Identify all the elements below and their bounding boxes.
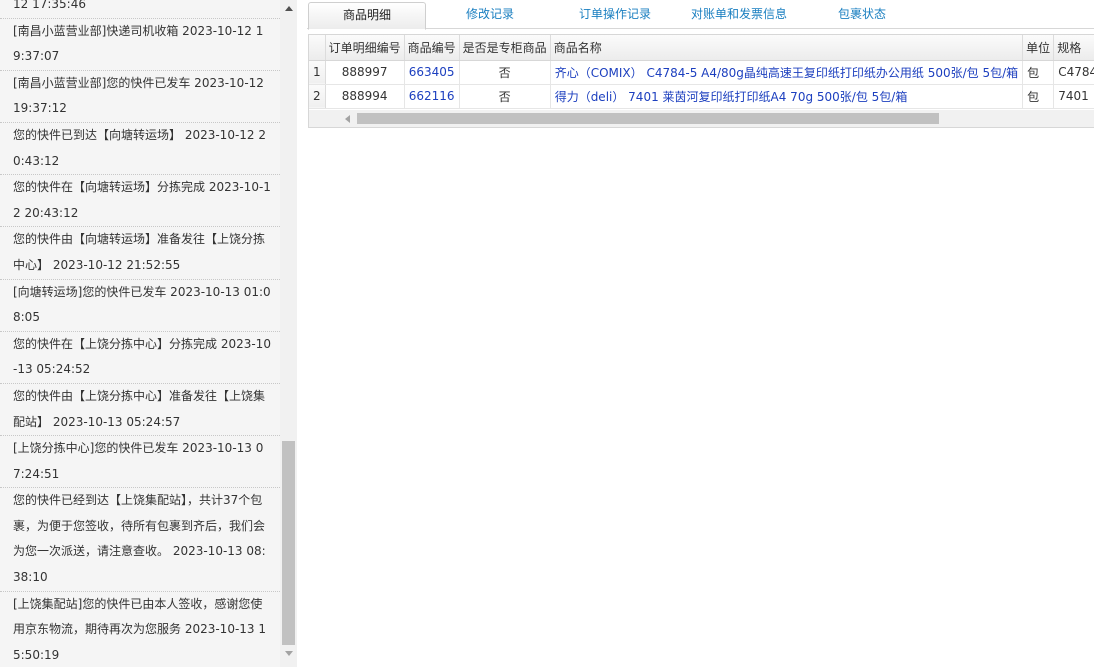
detail-no-cell: 888994 xyxy=(325,84,405,109)
scrollbar-thumb[interactable] xyxy=(357,113,939,124)
spec-cell: C4784-5 xyxy=(1053,60,1094,85)
tracking-entry: [上饶分拣中心]您的快件已发车 2023-10-13 07:24:51 xyxy=(0,436,280,489)
product-no-link[interactable]: 663405 xyxy=(404,60,460,85)
detail-no-cell: 888997 xyxy=(325,60,405,85)
tracking-entry: [南昌小蓝营业部]您的快件已发车 2023-10-12 19:37:12 xyxy=(0,71,280,123)
scrollbar-thumb[interactable] xyxy=(282,441,295,645)
col-header-detail-no[interactable]: 订单明细编号 xyxy=(325,35,405,61)
tracking-entry: [向塘转运场]您的快件已发车 2023-10-13 01:08:05 xyxy=(0,280,280,332)
spec-cell: 7401 xyxy=(1053,84,1094,109)
tab-statement-invoice[interactable]: 对账单和发票信息 xyxy=(680,2,798,29)
tracking-list: 12 17:35:46 [南昌小蓝营业部]快递司机收箱 2023-10-12 19… xyxy=(0,0,280,667)
tracking-entry: 您的快件在【上饶分拣中心】分拣完成 2023-10-13 05:24:52 xyxy=(0,332,280,384)
tracking-entry: 12 17:35:46 xyxy=(0,0,280,19)
col-header-exclusive[interactable]: 是否是专柜商品 xyxy=(459,35,551,61)
tracking-scrollbar[interactable] xyxy=(280,0,297,667)
product-no-link[interactable]: 662116 xyxy=(404,84,460,109)
table-header-row: 订单明细编号 商品编号 是否是专柜商品 商品名称 单位 规格 xyxy=(309,35,1094,61)
col-header-product-no[interactable]: 商品编号 xyxy=(404,35,460,61)
tab-order-operation-log[interactable]: 订单操作记录 xyxy=(554,2,676,29)
product-name-link[interactable]: 得力（deli） 7401 莱茵河复印纸打印纸A4 70g 500张/包 5包/… xyxy=(550,84,1024,109)
tracking-entry: [南昌小蓝营业部]快递司机收箱 2023-10-12 19:37:07 xyxy=(0,19,280,71)
exclusive-cell: 否 xyxy=(459,84,551,109)
table-row[interactable]: 2 888994 662116 否 得力（deli） 7401 莱茵河复印纸打印… xyxy=(309,84,1094,109)
product-name-link[interactable]: 齐心（COMIX） C4784-5 A4/80g晶纯高速王复印纸打印纸办公用纸 … xyxy=(550,60,1024,85)
product-grid: 订单明细编号 商品编号 是否是专柜商品 商品名称 单位 规格 1 888997 … xyxy=(308,34,1094,128)
col-header-rownum xyxy=(309,35,326,61)
scroll-up-arrow-icon[interactable] xyxy=(280,0,297,17)
tracking-entry: 您的快件已经到达【上饶集配站】，共计37个包裹，为便于您签收，待所有包裹到齐后，… xyxy=(0,488,280,592)
col-header-spec[interactable]: 规格 xyxy=(1053,35,1094,61)
tracking-entry: 您的快件在【向塘转运场】分拣完成 2023-10-12 20:43:12 xyxy=(0,175,280,228)
scroll-down-arrow-icon[interactable] xyxy=(280,645,297,662)
row-number: 2 xyxy=(309,84,326,109)
unit-cell: 包 xyxy=(1022,84,1055,109)
tracking-entry: [上饶集配站]您的快件已由本人签收，感谢您使用京东物流，期待再次为您服务 202… xyxy=(0,592,280,667)
scroll-left-arrow-icon[interactable] xyxy=(342,110,354,127)
product-table: 订单明细编号 商品编号 是否是专柜商品 商品名称 单位 规格 1 888997 … xyxy=(309,35,1094,109)
tracking-panel: 12 17:35:46 [南昌小蓝营业部]快递司机收箱 2023-10-12 19… xyxy=(0,0,297,667)
exclusive-cell: 否 xyxy=(459,60,551,85)
col-header-unit[interactable]: 单位 xyxy=(1022,35,1055,61)
unit-cell: 包 xyxy=(1022,60,1055,85)
tracking-entry: 您的快件由【上饶分拣中心】准备发往【上饶集配站】 2023-10-13 05:2… xyxy=(0,384,280,437)
row-number: 1 xyxy=(309,60,326,85)
tab-modification-log[interactable]: 修改记录 xyxy=(430,2,550,29)
tab-package-status[interactable]: 包裹状态 xyxy=(802,2,922,29)
grid-horizontal-scrollbar[interactable] xyxy=(309,110,1094,127)
col-header-product-name[interactable]: 商品名称 xyxy=(550,35,1024,61)
tab-bar: 商品明细 修改记录 订单操作记录 对账单和发票信息 包裹状态 xyxy=(307,2,1094,30)
detail-panel: 商品明细 修改记录 订单操作记录 对账单和发票信息 包裹状态 订单明细编号 商品… xyxy=(307,0,1094,667)
tracking-entry: 您的快件已到达【向塘转运场】 2023-10-12 20:43:12 xyxy=(0,123,280,176)
tab-product-details[interactable]: 商品明细 xyxy=(308,2,426,30)
tracking-entry: 您的快件由【向塘转运场】准备发往【上饶分拣中心】 2023-10-12 21:5… xyxy=(0,227,280,280)
table-row[interactable]: 1 888997 663405 否 齐心（COMIX） C4784-5 A4/8… xyxy=(309,60,1094,85)
